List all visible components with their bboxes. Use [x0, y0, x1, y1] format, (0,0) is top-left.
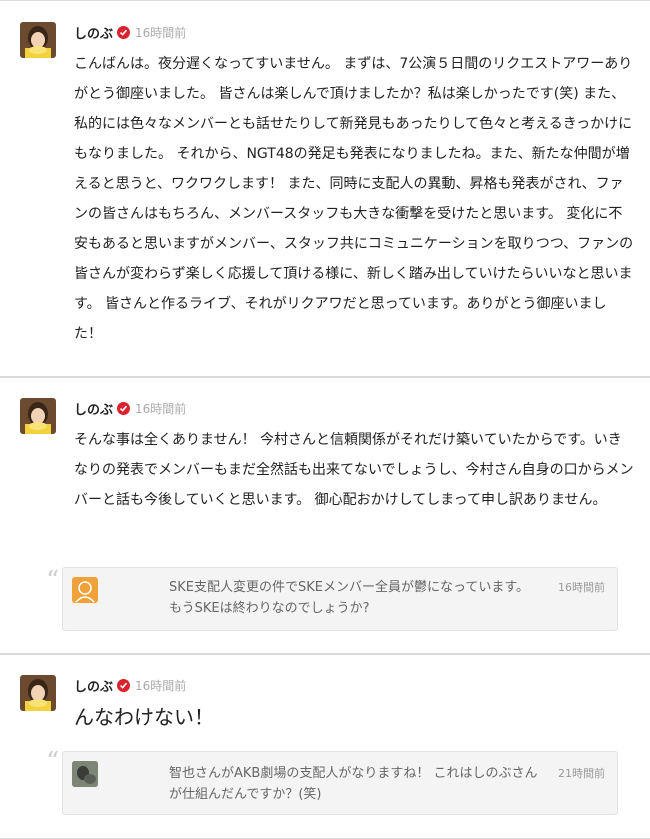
question-timestamp: 21時間前 — [558, 767, 605, 780]
author-name[interactable]: しのぶ — [74, 399, 113, 418]
post-body: んなわけない！ — [74, 705, 214, 729]
avatar[interactable] — [20, 398, 56, 434]
default-avatar-icon — [72, 577, 98, 603]
question-text: 智也さんがAKB劇場の支配人がなりますね！ これはしのぶさんが仕組んだんですか？… — [169, 766, 538, 802]
quote-mark-icon: “ — [46, 747, 60, 777]
question-text: SKE支配人変更の件でSKEメンバー全員が鬱になっています。もうSKEは終わりな… — [169, 580, 530, 616]
post-item: しのぶ 16時間前 んなわけない！ “ 智也さんがAKB劇場の支配人がなりますね… — [0, 654, 650, 839]
timestamp: 16時間前 — [135, 401, 187, 416]
verified-badge-icon — [117, 25, 131, 39]
timestamp: 16時間前 — [135, 678, 187, 693]
verified-badge-icon — [117, 401, 131, 415]
avatar[interactable] — [20, 22, 56, 58]
post-item: しのぶ 16時間前 こんばんは。夜分遅くなってすいません。 まずは、7公演５日間… — [0, 0, 650, 377]
post-body: そんな事は全くありません！ 今村さんと信頼関係がそれだけ築いていたからです。いき… — [74, 432, 634, 508]
author-name[interactable]: しのぶ — [74, 676, 113, 695]
quote-mark-icon: “ — [46, 566, 60, 596]
verified-badge-icon — [117, 678, 131, 692]
user-avatar — [72, 761, 98, 787]
quoted-question[interactable]: 智也さんがAKB劇場の支配人がなりますね！ これはしのぶさんが仕組んだんですか？… — [62, 751, 618, 815]
avatar[interactable] — [20, 675, 56, 711]
post-body: こんばんは。夜分遅くなってすいません。 まずは、7公演５日間のリクエストアワーあ… — [74, 56, 634, 342]
timestamp: 16時間前 — [135, 25, 187, 40]
question-timestamp: 16時間前 — [558, 581, 605, 594]
author-name[interactable]: しのぶ — [74, 23, 113, 42]
post-item: しのぶ 16時間前 そんな事は全くありません！ 今村さんと信頼関係がそれだけ築い… — [0, 377, 650, 654]
quoted-question[interactable]: SKE支配人変更の件でSKEメンバー全員が鬱になっています。もうSKEは終わりな… — [62, 567, 618, 631]
